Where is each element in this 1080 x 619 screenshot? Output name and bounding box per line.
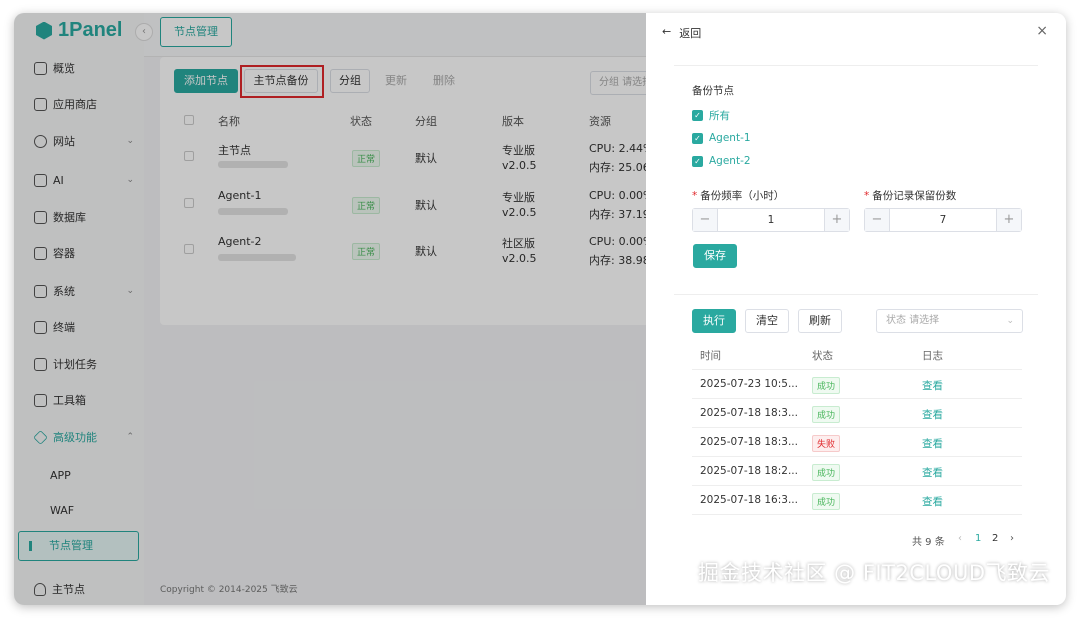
log-time: 2025-07-18 18:3... [700,436,798,448]
back-label: 返回 [679,27,702,40]
checkbox-checked-icon: ✓ [692,132,703,144]
backup-nodes-label: 备份节点 [692,85,734,97]
status-badge: 成功 [812,464,841,481]
log-header-log: 日志 [922,350,943,362]
view-log-link[interactable]: 查看 [922,436,943,451]
retention-label: * 备份记录保留份数 [864,190,957,202]
back-button[interactable]: ← 返回 [662,25,701,41]
pagination-prev[interactable]: ‹ [958,533,962,544]
log-row: 2025-07-18 18:3... 成功 查看 [692,399,1022,428]
log-time: 2025-07-23 10:5... [700,378,798,390]
frequency-label: * 备份频率（小时） [692,190,785,202]
view-log-link[interactable]: 查看 [922,407,943,422]
increment-button[interactable]: + [825,209,849,231]
checkbox-label: Agent-2 [709,155,751,167]
view-log-link[interactable]: 查看 [922,378,943,393]
checkbox-all[interactable]: ✓ 所有 [692,108,730,123]
log-row: 2025-07-18 18:2... 成功 查看 [692,457,1022,486]
divider [674,294,1038,295]
increment-button[interactable]: + [997,209,1021,231]
status-filter-select[interactable]: 状态 请选择 ⌄ [876,309,1023,333]
status-filter-label: 状态 [886,315,906,326]
log-row: 2025-07-18 18:3... 失败 查看 [692,428,1022,457]
arrow-left-icon: ← [662,25,672,38]
log-header-status: 状态 [812,350,833,362]
log-header-time: 时间 [700,350,721,362]
view-log-link[interactable]: 查看 [922,465,943,480]
pagination-next[interactable]: › [1010,533,1014,544]
decrement-button[interactable]: − [865,209,889,231]
retention-value[interactable]: 7 [889,209,997,231]
log-time: 2025-07-18 16:3... [700,494,798,506]
status-badge: 成功 [812,406,841,423]
refresh-button[interactable]: 刷新 [798,309,842,333]
checkbox-label: 所有 [709,110,730,122]
frequency-label-text: 备份频率（小时） [700,190,785,202]
retention-label-text: 备份记录保留份数 [872,190,957,202]
log-row: 2025-07-23 10:5... 成功 查看 [692,370,1022,399]
frequency-stepper[interactable]: − 1 + [692,208,850,232]
checkbox-agent-2[interactable]: ✓ Agent-2 [692,155,751,167]
decrement-button[interactable]: − [693,209,717,231]
status-filter-placeholder: 请选择 [909,315,940,326]
chevron-down-icon: ⌄ [1006,316,1014,326]
close-icon[interactable]: × [1036,23,1048,39]
checkbox-checked-icon: ✓ [692,155,703,167]
pagination-total: 共 9 条 [912,537,945,548]
watermark: 掘金技术社区 @ FIT2CLOUD飞致云 [698,561,1050,585]
app-window: 1Panel 概览 应用商店 网站 ⌄ AI ⌄ 数据库 容器 系统 ⌄ 终端 计划任… [14,13,1066,605]
status-badge: 成功 [812,377,841,394]
log-time: 2025-07-18 18:2... [700,465,798,477]
frequency-value[interactable]: 1 [717,209,825,231]
pagination-page-2[interactable]: 2 [992,533,998,544]
view-log-link[interactable]: 查看 [922,494,943,509]
backup-drawer: ← 返回 × 备份节点 ✓ 所有 ✓ Agent-1 ✓ Agent-2 * 备份频率（小… [646,13,1066,605]
retention-stepper[interactable]: − 7 + [864,208,1022,232]
clear-button[interactable]: 清空 [745,309,789,333]
checkbox-label: Agent-1 [709,132,751,144]
modal-overlay[interactable] [14,13,646,605]
checkbox-agent-1[interactable]: ✓ Agent-1 [692,132,751,144]
log-row: 2025-07-18 16:3... 成功 查看 [692,486,1022,515]
checkbox-checked-icon: ✓ [692,110,703,121]
status-badge: 失败 [812,435,841,452]
divider [674,65,1038,66]
log-time: 2025-07-18 18:3... [700,407,798,419]
status-badge: 成功 [812,493,841,510]
pagination-page-1[interactable]: 1 [975,533,981,544]
save-button[interactable]: 保存 [693,244,737,268]
execute-button[interactable]: 执行 [692,309,736,333]
